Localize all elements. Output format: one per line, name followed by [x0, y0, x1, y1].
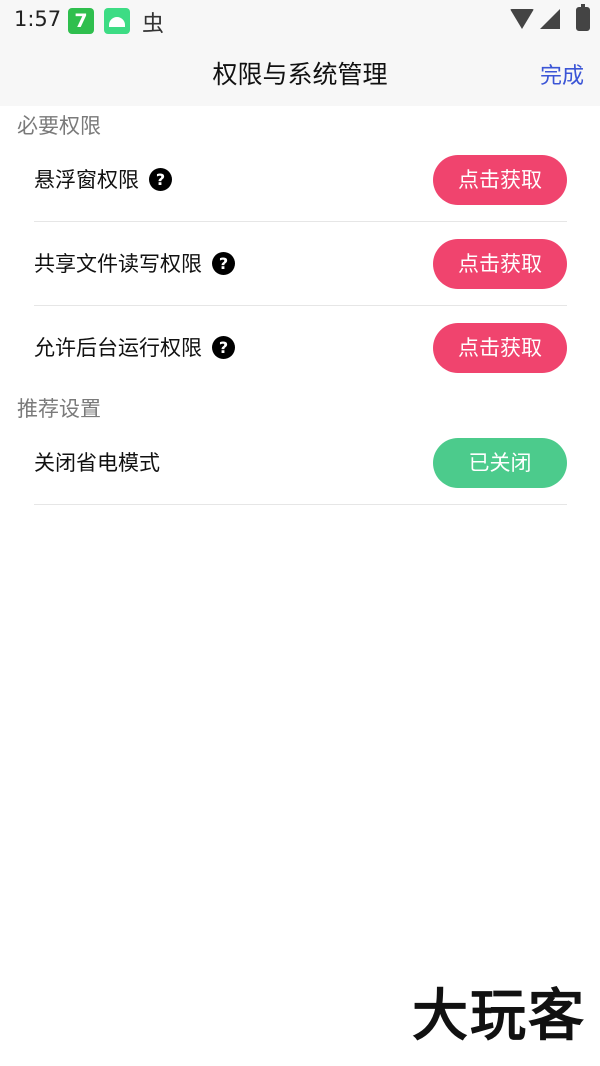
section-title-required: 必要权限	[17, 114, 101, 138]
permission-row-file-access: 共享文件读写权限 ? 点击获取	[34, 222, 567, 306]
status-bar: 1:57 7 虫	[0, 0, 600, 40]
wifi-icon	[510, 9, 534, 29]
cellular-icon	[540, 9, 560, 29]
done-button[interactable]: 完成	[540, 58, 584, 90]
permission-label: 共享文件读写权限	[34, 252, 202, 276]
setting-label: 关闭省电模式	[34, 451, 160, 475]
help-icon[interactable]: ?	[212, 251, 235, 275]
green-7-app-icon: 7	[68, 8, 94, 34]
permission-label: 悬浮窗权限	[34, 168, 139, 192]
section-title-recommended: 推荐设置	[17, 397, 101, 421]
page-title: 权限与系统管理	[212, 60, 388, 89]
navigation-bar: 权限与系统管理 完成	[0, 40, 600, 106]
watermark-logo: 大玩客	[412, 983, 586, 1049]
help-icon[interactable]: ?	[212, 335, 235, 359]
get-permission-button[interactable]: 点击获取	[433, 155, 567, 205]
bug-icon: 虫	[142, 12, 165, 37]
battery-icon	[576, 4, 590, 31]
setting-row-power-saving: 关闭省电模式 已关闭	[34, 421, 567, 505]
get-permission-button[interactable]: 点击获取	[433, 239, 567, 289]
permission-row-floating-window: 悬浮窗权限 ? 点击获取	[34, 138, 567, 222]
permission-row-background-run: 允许后台运行权限 ? 点击获取	[34, 306, 567, 390]
status-time: 1:57	[14, 7, 62, 31]
permission-label: 允许后台运行权限	[34, 336, 202, 360]
power-saving-status-button[interactable]: 已关闭	[433, 438, 567, 488]
help-icon[interactable]: ?	[149, 167, 172, 191]
status-right-icons	[510, 9, 560, 29]
android-icon	[104, 8, 130, 34]
get-permission-button[interactable]: 点击获取	[433, 323, 567, 373]
